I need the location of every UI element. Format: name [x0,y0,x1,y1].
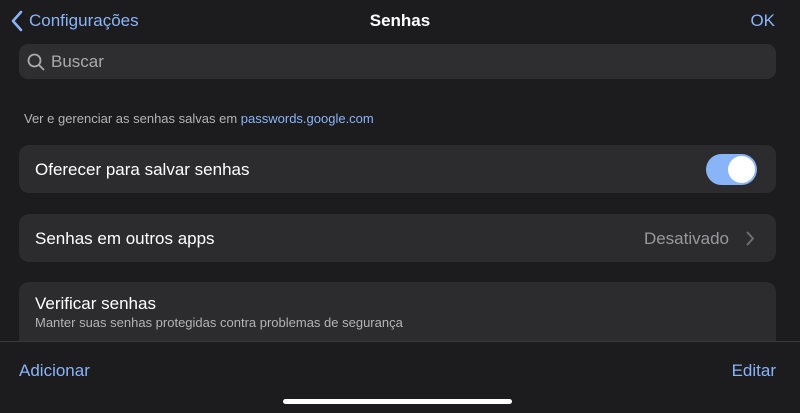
search-icon [27,53,45,71]
passwords-in-other-apps-label: Senhas em outros apps [35,229,215,248]
check-passwords-title: Verificar senhas [35,294,156,313]
edit-button[interactable]: Editar [732,361,776,381]
bottom-toolbar: Adicionar Editar [0,341,800,413]
chevron-right-icon [746,231,755,251]
check-passwords-subtitle: Manter suas senhas protegidas contra pro… [35,315,403,330]
passwords-link[interactable]: passwords.google.com [241,111,374,126]
passwords-in-other-apps-row[interactable]: Senhas em outros apps Desativado [19,214,776,262]
home-indicator[interactable] [283,399,512,404]
add-button[interactable]: Adicionar [19,361,90,381]
toggle-knob [728,156,755,183]
offer-save-passwords-toggle[interactable] [706,154,757,185]
info-text: Ver e gerenciar as senhas salvas em pass… [24,111,374,126]
navigation-bar: Configurações Senhas OK [0,0,800,42]
offer-save-passwords-label: Oferecer para salvar senhas [35,160,250,179]
passwords-in-other-apps-status: Desativado [643,229,729,248]
search-bar[interactable] [19,44,776,79]
info-text-prefix: Ver e gerenciar as senhas salvas em [24,111,241,126]
page-title: Senhas [369,11,431,30]
done-button[interactable]: OK [750,11,775,31]
search-input[interactable] [51,46,776,77]
offer-save-passwords-row: Oferecer para salvar senhas [19,145,776,193]
